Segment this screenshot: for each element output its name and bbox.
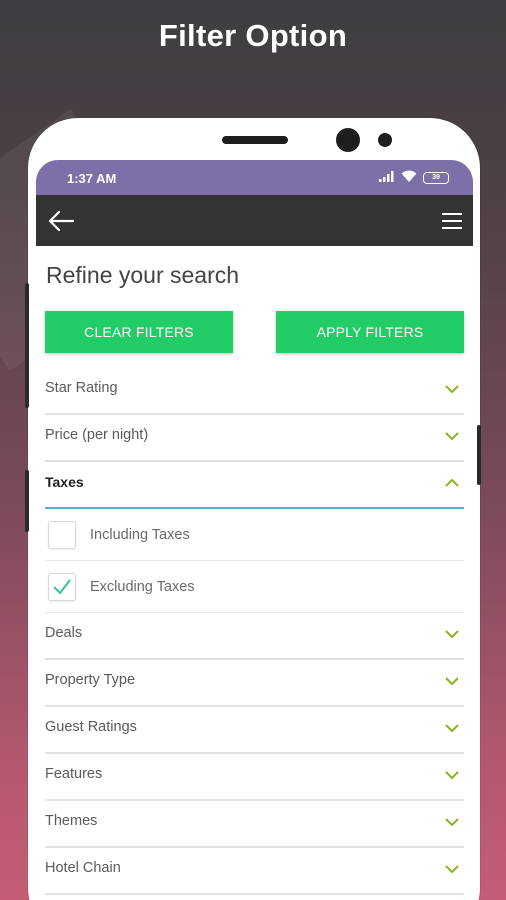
filter-label: Themes: [45, 813, 98, 829]
filter-features[interactable]: Features: [45, 754, 464, 801]
clear-filters-button[interactable]: CLEAR FILTERS: [45, 311, 233, 353]
chevron-down-icon: [445, 432, 459, 441]
chevron-up-icon: [445, 478, 459, 487]
filter-hotel-chain[interactable]: Hotel Chain: [45, 848, 464, 895]
chevron-down-icon: [445, 677, 459, 686]
filter-actions: CLEAR FILTERS APPLY FILTERS: [45, 311, 464, 368]
arrow-left-icon: [48, 210, 75, 232]
filter-label: Guest Ratings: [45, 719, 137, 735]
phone-side-button: [25, 283, 29, 408]
checkbox-unchecked[interactable]: [48, 521, 76, 549]
app-bar: [36, 195, 473, 246]
chevron-down-icon: [445, 385, 459, 394]
checkmark-icon: [53, 579, 71, 595]
filter-content: Refine your search CLEAR FILTERS APPLY F…: [36, 246, 473, 895]
signal-icon: [379, 169, 395, 187]
checkbox-checked[interactable]: [48, 573, 76, 601]
filter-label: Star Rating: [45, 380, 118, 396]
phone-speaker: [222, 136, 288, 144]
battery-icon: 39: [423, 172, 449, 184]
hamburger-menu-icon: [442, 213, 462, 229]
app-screen: 1:37 AM 39 Refine your search CLEAR FILT…: [36, 160, 473, 900]
chevron-down-icon: [445, 771, 459, 780]
filter-themes[interactable]: Themes: [45, 801, 464, 848]
phone-sensor: [378, 133, 392, 147]
filter-label: Features: [45, 766, 103, 782]
chevron-down-icon: [445, 818, 459, 827]
option-label: Excluding Taxes: [90, 579, 195, 595]
tax-option-excluding[interactable]: Excluding Taxes: [45, 561, 464, 613]
status-time: 1:37 AM: [67, 171, 117, 186]
filter-property-type[interactable]: Property Type: [45, 660, 464, 707]
back-button[interactable]: [46, 207, 76, 235]
filter-label: Deals: [45, 625, 83, 641]
menu-button[interactable]: [441, 209, 463, 233]
page-title: Refine your search: [46, 262, 240, 288]
phone-frame: 1:37 AM 39 Refine your search CLEAR FILT…: [28, 118, 480, 900]
chevron-down-icon: [445, 630, 459, 639]
filter-label: Hotel Chain: [45, 860, 121, 876]
filter-price[interactable]: Price (per night): [45, 415, 464, 462]
filter-star-rating[interactable]: Star Rating: [45, 368, 464, 415]
phone-side-button: [477, 425, 481, 485]
chevron-down-icon: [445, 724, 459, 733]
status-bar: 1:37 AM 39: [36, 160, 473, 195]
phone-camera: [336, 128, 360, 152]
filter-taxes[interactable]: Taxes: [45, 462, 464, 509]
filter-deals[interactable]: Deals: [45, 613, 464, 660]
option-label: Including Taxes: [90, 527, 190, 543]
phone-side-button: [25, 470, 29, 532]
apply-filters-button[interactable]: APPLY FILTERS: [276, 311, 464, 353]
filter-guest-ratings[interactable]: Guest Ratings: [45, 707, 464, 754]
filter-label: Price (per night): [45, 427, 149, 443]
tax-option-including[interactable]: Including Taxes: [45, 509, 464, 561]
status-icons: 39: [379, 169, 449, 187]
filter-label: Taxes: [45, 474, 84, 490]
chevron-down-icon: [445, 865, 459, 874]
wifi-icon: [401, 169, 417, 187]
promo-title: Filter Option: [158, 18, 348, 53]
filter-label: Property Type: [45, 672, 136, 688]
